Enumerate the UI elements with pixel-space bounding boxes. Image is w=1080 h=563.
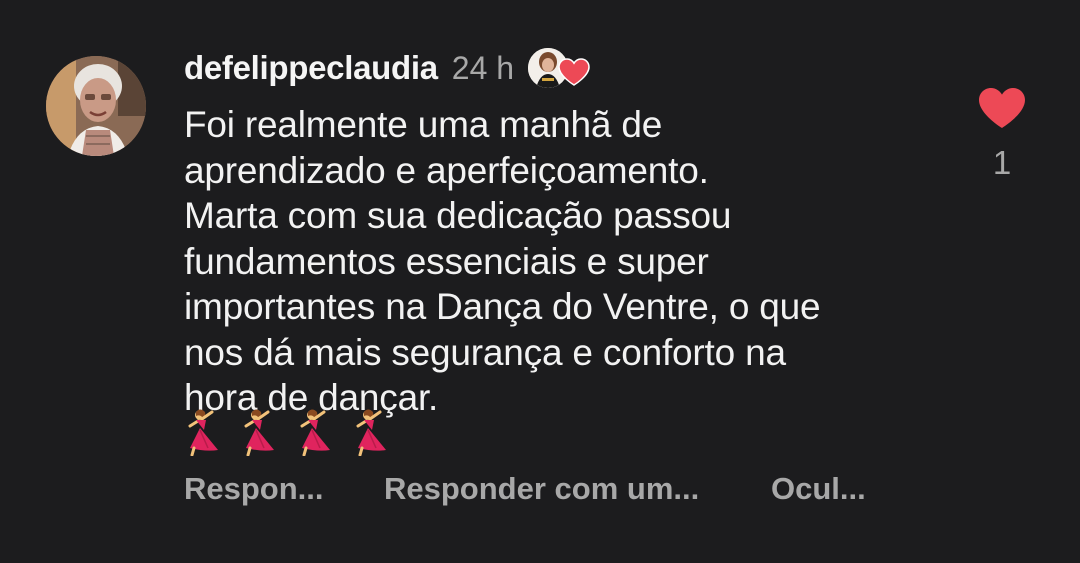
comment-actions: Respon... Responder com um... Ocul... (184, 466, 866, 512)
heart-icon (558, 58, 590, 86)
username[interactable]: defelippeclaudia (184, 49, 438, 87)
dancer-emoji (244, 409, 274, 456)
dancer-emoji (300, 409, 330, 456)
emoji-row (184, 408, 390, 456)
like-count: 1 (992, 144, 1012, 181)
comment-header: defelippeclaudia 24 h (184, 44, 592, 92)
reply-button[interactable]: Respon... (184, 471, 384, 507)
heart-icon[interactable] (977, 86, 1027, 130)
author-liked-badge (526, 44, 592, 92)
dancer-emoji (188, 409, 218, 456)
hide-button[interactable]: Ocul... (771, 471, 866, 507)
like-column: 1 (972, 86, 1032, 182)
comment-item: defelippeclaudia 24 h Foi realmente uma … (0, 0, 1080, 563)
avatar[interactable] (46, 56, 146, 156)
timestamp: 24 h (451, 49, 515, 86)
reply-with-button[interactable]: Responder com um... (384, 471, 771, 507)
dancer-emoji (356, 409, 386, 456)
comment-text: Foi realmente uma manhã de aprendizado e… (184, 104, 821, 418)
